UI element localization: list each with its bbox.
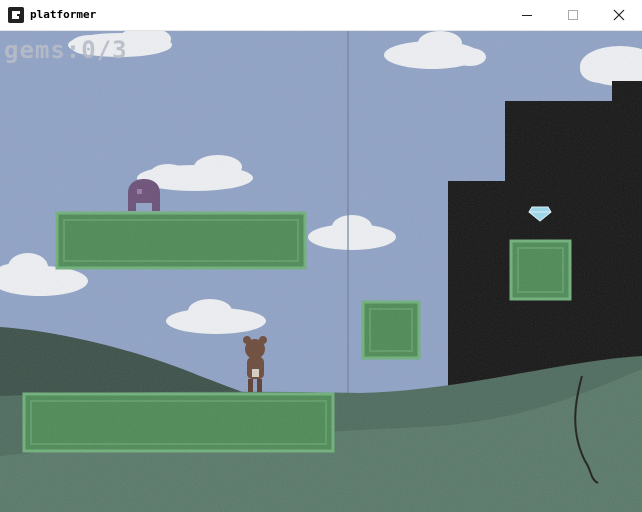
- window-title: platformer: [30, 8, 97, 21]
- title-bar[interactable]: platformer: [0, 0, 642, 31]
- close-button[interactable]: [596, 0, 642, 30]
- minimize-button[interactable]: [504, 0, 550, 30]
- gems-counter: gems:0/3: [4, 36, 128, 64]
- game-window: platformer gems:0/3: [0, 0, 642, 512]
- close-icon: [613, 9, 625, 21]
- game-viewport[interactable]: gems:0/3: [0, 31, 642, 512]
- grain-overlay: [0, 31, 642, 512]
- maximize-icon: [568, 10, 578, 20]
- minimize-icon: [522, 15, 532, 16]
- game-scene: [0, 31, 642, 512]
- maximize-button[interactable]: [550, 0, 596, 30]
- godot-icon: [8, 7, 24, 23]
